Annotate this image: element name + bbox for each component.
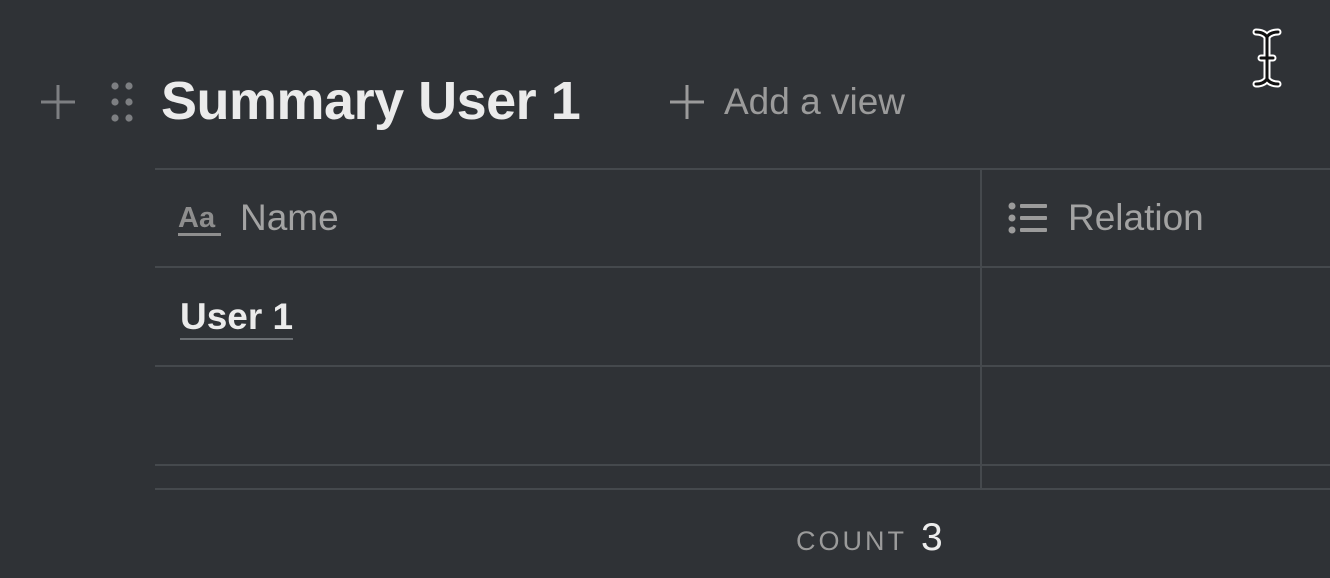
table-bottom-border bbox=[155, 488, 1330, 490]
add-block-button[interactable] bbox=[36, 80, 80, 124]
table-row-relation-cell[interactable] bbox=[982, 367, 1330, 464]
database-title[interactable]: Summary User 1 bbox=[161, 68, 581, 134]
svg-text:Aa: Aa bbox=[178, 202, 216, 234]
drag-handle[interactable] bbox=[104, 80, 140, 124]
column-header-label: Relation bbox=[1068, 197, 1204, 238]
title-property-icon: Aa bbox=[178, 202, 221, 236]
add-view-button[interactable]: Add a view bbox=[668, 78, 905, 126]
column-header-relation[interactable]: Relation bbox=[1008, 169, 1204, 267]
database-page: Summary User 1 Add a view Aa Name Relati… bbox=[0, 0, 1330, 578]
relation-list-icon bbox=[1008, 202, 1047, 234]
count-label: COUNT bbox=[796, 526, 907, 556]
count-calculation[interactable]: COUNT 3 bbox=[796, 516, 943, 572]
table-row-relation-cell[interactable] bbox=[982, 268, 1330, 365]
column-header-name[interactable]: Aa Name bbox=[178, 169, 339, 267]
column-header-label: Name bbox=[240, 197, 339, 238]
add-view-label: Add a view bbox=[724, 81, 905, 122]
drag-dots-icon bbox=[111, 82, 133, 122]
plus-icon bbox=[670, 85, 704, 119]
plus-icon bbox=[41, 85, 75, 119]
table-row-name-cell[interactable]: User 1 bbox=[180, 270, 294, 366]
count-value: 3 bbox=[921, 516, 943, 559]
table-row-name-cell[interactable] bbox=[155, 367, 980, 464]
row-divider bbox=[155, 464, 1330, 466]
text-cursor-icon bbox=[1252, 28, 1282, 88]
row-title-link[interactable]: User 1 bbox=[180, 296, 294, 340]
